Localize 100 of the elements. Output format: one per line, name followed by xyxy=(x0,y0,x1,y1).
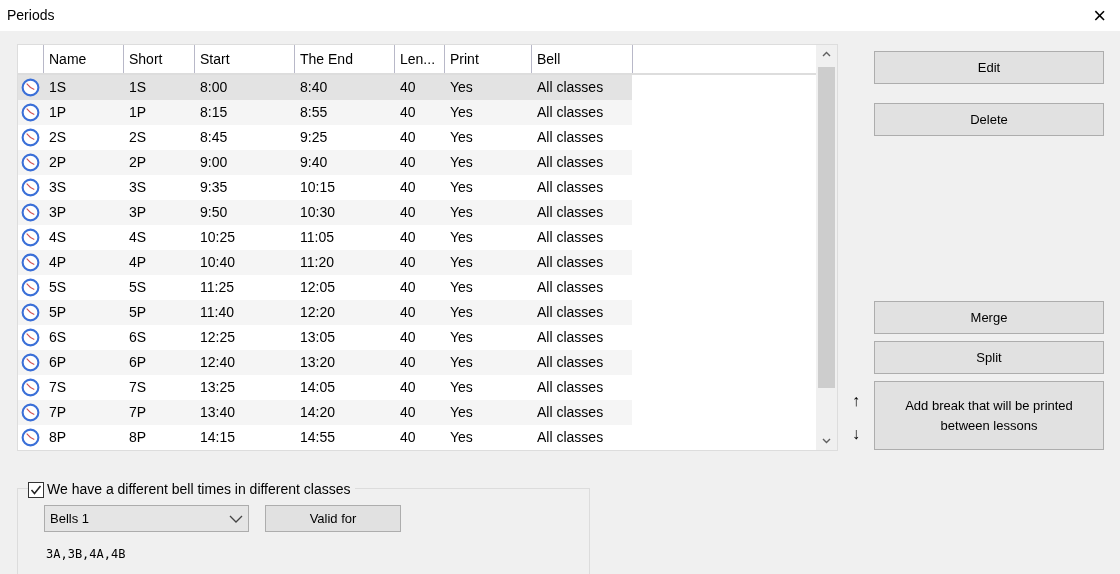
table-cell-text: 4P xyxy=(129,253,147,272)
table-row[interactable]: 1S 1S 8:00 8:40 40 Yes All classes xyxy=(18,75,632,100)
column-header[interactable]: Print xyxy=(444,45,531,73)
clock-icon xyxy=(21,278,40,297)
table-cell-text: Yes xyxy=(450,328,473,347)
table-cell-text: Yes xyxy=(450,403,473,422)
table-cell-text: 9:50 xyxy=(200,203,228,222)
table-cell-text: Yes xyxy=(450,228,473,247)
table-cell-text: 8:15 xyxy=(200,103,228,122)
table-row[interactable]: 7P 7P 13:40 14:20 40 Yes All classes xyxy=(18,400,632,425)
table-cell-text: 5S xyxy=(129,278,147,297)
clock-icon xyxy=(21,228,40,247)
table-cell-text: 1S xyxy=(49,78,67,97)
table-cell-text: 40 xyxy=(400,428,416,447)
clock-icon xyxy=(21,428,40,447)
table-cell-text: All classes xyxy=(537,203,604,222)
table-cell-text: 40 xyxy=(400,228,416,247)
table-cell-text: 6P xyxy=(49,353,67,372)
column-header[interactable]: The End xyxy=(294,45,394,73)
column-header[interactable]: Len... xyxy=(394,45,444,73)
table-cell-text: 1P xyxy=(49,103,67,122)
table-cell-text: 9:00 xyxy=(200,153,228,172)
table-cell-text: All classes xyxy=(537,128,604,147)
table-cell-text: Yes xyxy=(450,253,473,272)
table-row[interactable]: 1P 1P 8:15 8:55 40 Yes All classes xyxy=(18,100,632,125)
table-cell-text: 8P xyxy=(129,428,147,447)
table-cell-text: Yes xyxy=(450,303,473,322)
bells-dropdown[interactable]: Bells 1 xyxy=(44,505,249,532)
action-button[interactable]: Delete xyxy=(874,103,1104,136)
table-cell-text: 40 xyxy=(400,378,416,397)
table-cell-text: 6P xyxy=(129,353,147,372)
table-cell-text: All classes xyxy=(537,253,604,272)
table-cell-text: 8:45 xyxy=(200,128,228,147)
table-cell-text: 4S xyxy=(49,228,67,247)
table-cell-text: 13:40 xyxy=(200,403,236,422)
table-cell-text: 3P xyxy=(49,203,67,222)
table-cell-text: 2S xyxy=(49,128,67,147)
scrollbar[interactable] xyxy=(816,45,837,450)
scroll-up-icon[interactable] xyxy=(822,51,831,57)
table-cell-text: 8P xyxy=(49,428,67,447)
table-cell-text: 5P xyxy=(129,303,147,322)
table-cell-text: 40 xyxy=(400,78,416,97)
table-cell-text: 12:20 xyxy=(300,303,336,322)
table-row[interactable]: 6P 6P 12:40 13:20 40 Yes All classes xyxy=(18,350,632,375)
table-cell-text: 11:25 xyxy=(200,278,234,297)
table-cell-text: 40 xyxy=(400,203,416,222)
column-header[interactable]: Name xyxy=(43,45,123,73)
clock-icon xyxy=(21,203,40,222)
table-cell-text: All classes xyxy=(537,403,604,422)
table-cell-text: 9:25 xyxy=(300,128,328,147)
action-button[interactable]: Merge xyxy=(874,301,1104,334)
table-row[interactable]: 4P 4P 10:40 11:20 40 Yes All classes xyxy=(18,250,632,275)
column-header[interactable]: Bell xyxy=(531,45,632,73)
table-cell-text: 12:05 xyxy=(300,278,336,297)
table-cell-text: 40 xyxy=(400,128,416,147)
bells-checkbox[interactable] xyxy=(28,481,44,498)
table-cell-text: 40 xyxy=(400,153,416,172)
move-down-button[interactable]: ↓ xyxy=(852,423,860,445)
table-cell-text: Yes xyxy=(450,103,473,122)
table-cell-text: 6S xyxy=(129,328,147,347)
table-cell-text: 5P xyxy=(49,303,67,322)
table-cell-text: 10:40 xyxy=(200,253,236,272)
clock-icon xyxy=(21,128,40,147)
table-cell-text: 12:40 xyxy=(200,353,236,372)
clock-icon xyxy=(21,403,40,422)
table-cell-text: 40 xyxy=(400,253,416,272)
action-button[interactable]: Edit xyxy=(874,51,1104,84)
table-row[interactable]: 5P 5P 11:40 12:20 40 Yes All classes xyxy=(18,300,632,325)
table-cell-text: 9:35 xyxy=(200,178,228,197)
table-cell-text: 1P xyxy=(129,103,147,122)
column-header[interactable]: Start xyxy=(194,45,294,73)
clock-icon xyxy=(21,303,40,322)
table-cell-text: 13:20 xyxy=(300,353,336,372)
table-cell-text: 14:05 xyxy=(300,378,336,397)
table-cell-text: 40 xyxy=(400,353,416,372)
table-cell-text: 40 xyxy=(400,278,416,297)
move-up-button[interactable]: ↑ xyxy=(852,390,860,412)
table-cell-text: 12:25 xyxy=(200,328,236,347)
table-cell-text: 11:40 xyxy=(200,303,234,322)
table-cell-text: 40 xyxy=(400,178,416,197)
table-cell-text: Yes xyxy=(450,78,473,97)
table-cell-text: Yes xyxy=(450,178,473,197)
add-break-button[interactable]: Add break that will be printed between lessons xyxy=(874,381,1104,450)
table-cell-text: All classes xyxy=(537,353,604,372)
action-button[interactable]: Split xyxy=(874,341,1104,374)
table-cell-text: 10:30 xyxy=(300,203,336,222)
table-cell-text: All classes xyxy=(537,303,604,322)
close-button[interactable]: × xyxy=(1089,4,1110,27)
table-cell-text: 5S xyxy=(49,278,67,297)
scroll-down-icon[interactable] xyxy=(822,438,831,444)
clock-icon xyxy=(21,78,40,97)
table-cell-text: 40 xyxy=(400,103,416,122)
table-row[interactable]: 2P 2P 9:00 9:40 40 Yes All classes xyxy=(18,150,632,175)
table-cell-text: 9:40 xyxy=(300,153,328,172)
table-cell-text: 10:15 xyxy=(300,178,336,197)
valid-for-button[interactable]: Valid for xyxy=(265,505,401,532)
table-row[interactable]: 3P 3P 9:50 10:30 40 Yes All classes xyxy=(18,200,632,225)
clock-icon xyxy=(21,328,40,347)
table-cell-text: 13:25 xyxy=(200,378,236,397)
column-header[interactable]: Short xyxy=(123,45,194,73)
